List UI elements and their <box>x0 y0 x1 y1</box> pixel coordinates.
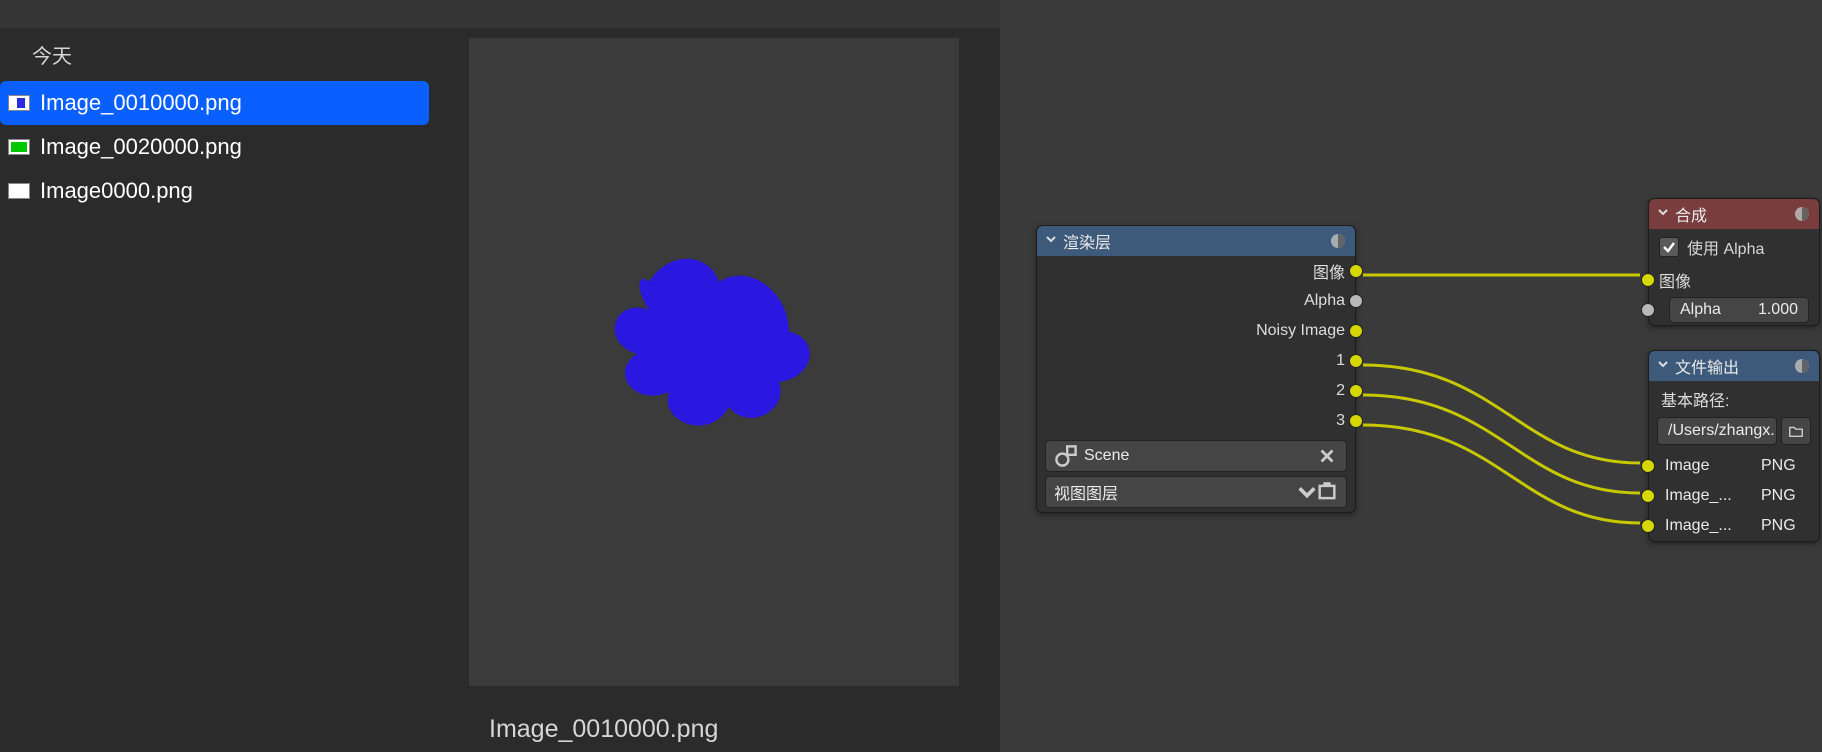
input-socket-image[interactable]: 图像 <box>1649 265 1819 295</box>
alpha-label: Alpha <box>1680 301 1721 319</box>
socket-dot-icon[interactable] <box>1349 354 1363 368</box>
chevron-down-icon <box>1657 205 1669 223</box>
file-name-label: Image_0020000.png <box>40 134 242 160</box>
file-panel-header <box>0 0 435 28</box>
node-header[interactable]: 合成 <box>1649 199 1819 229</box>
socket-dot-icon[interactable] <box>1641 303 1655 317</box>
input-socket-image-2[interactable]: Image_... PNG <box>1649 511 1819 541</box>
alpha-value: 1.000 <box>1758 301 1798 319</box>
socket-dot-icon[interactable] <box>1641 489 1655 503</box>
use-alpha-label: 使用 Alpha <box>1687 235 1764 259</box>
output-socket-2[interactable]: 2 <box>1037 376 1355 406</box>
alpha-value-field[interactable]: Alpha 1.000 <box>1669 297 1809 323</box>
close-icon[interactable] <box>1316 446 1338 466</box>
node-title: 合成 <box>1675 202 1793 226</box>
preview-image-content <box>579 242 839 442</box>
chevron-down-icon <box>1045 232 1057 250</box>
socket-dot-icon[interactable] <box>1349 294 1363 308</box>
base-path-text: /Users/zhangx... <box>1668 422 1777 440</box>
scene-icon <box>1054 446 1078 466</box>
socket-dot-icon[interactable] <box>1641 273 1655 287</box>
checkbox-icon[interactable] <box>1659 237 1679 257</box>
socket-dot-icon[interactable] <box>1641 519 1655 533</box>
output-socket-3[interactable]: 3 <box>1037 406 1355 436</box>
input-socket-image-1[interactable]: Image_... PNG <box>1649 481 1819 511</box>
base-path-field[interactable]: /Users/zhangx... <box>1657 417 1777 445</box>
material-preview-icon[interactable] <box>1793 205 1811 223</box>
file-item[interactable]: Image_0020000.png <box>0 125 435 169</box>
node-editor[interactable]: 渲染层 图像 Alpha Noisy Image 1 2 3 <box>1000 0 1822 752</box>
socket-dot-icon[interactable] <box>1349 324 1363 338</box>
viewlayer-select[interactable]: 视图图层 <box>1045 476 1347 508</box>
output-socket-image[interactable]: 图像 <box>1037 256 1355 286</box>
node-composite[interactable]: 合成 使用 Alpha 图像 Alpha 1.000 <box>1648 198 1820 326</box>
file-thumbnail-icon <box>8 95 30 111</box>
node-render-layers[interactable]: 渲染层 图像 Alpha Noisy Image 1 2 3 <box>1036 225 1356 513</box>
file-browser-panel: 今天 Image_0010000.png Image_0020000.png I… <box>0 0 435 752</box>
folder-browse-button[interactable] <box>1781 417 1811 445</box>
file-item[interactable]: Image0000.png <box>0 169 435 213</box>
base-path-label: 基本路径: <box>1649 381 1819 413</box>
preview-filename-label: Image_0010000.png <box>489 715 718 744</box>
file-name-label: Image_0010000.png <box>40 90 242 116</box>
preview-panel: Image_0010000.png <box>435 0 1000 752</box>
socket-dot-icon[interactable] <box>1349 414 1363 428</box>
file-name-label: Image0000.png <box>40 178 193 204</box>
input-image-label: 图像 <box>1659 268 1691 292</box>
file-thumbnail-icon <box>8 183 30 199</box>
socket-dot-icon[interactable] <box>1641 459 1655 473</box>
material-preview-icon[interactable] <box>1329 232 1347 250</box>
output-socket-1[interactable]: 1 <box>1037 346 1355 376</box>
input-socket-image-0[interactable]: Image PNG <box>1649 451 1819 481</box>
render-icon[interactable] <box>1316 482 1338 502</box>
node-header[interactable]: 渲染层 <box>1037 226 1355 256</box>
node-title: 渲染层 <box>1063 229 1329 253</box>
use-alpha-checkbox-row[interactable]: 使用 Alpha <box>1649 229 1819 265</box>
socket-dot-icon[interactable] <box>1349 264 1363 278</box>
scene-field-text: Scene <box>1084 447 1316 465</box>
section-label-today: 今天 <box>0 28 435 81</box>
node-file-output[interactable]: 文件输出 基本路径: /Users/zhangx... Image PNG Im… <box>1648 350 1820 542</box>
output-socket-alpha[interactable]: Alpha <box>1037 286 1355 316</box>
preview-image-area <box>469 38 959 686</box>
file-item[interactable]: Image_0010000.png <box>0 81 429 125</box>
file-thumbnail-icon <box>8 139 30 155</box>
preview-header <box>435 0 1000 28</box>
viewlayer-field-text: 视图图层 <box>1054 480 1296 504</box>
node-title: 文件输出 <box>1675 354 1793 378</box>
output-socket-noisy[interactable]: Noisy Image <box>1037 316 1355 346</box>
material-preview-icon[interactable] <box>1793 357 1811 375</box>
node-header[interactable]: 文件输出 <box>1649 351 1819 381</box>
chevron-down-icon <box>1657 357 1669 375</box>
scene-select[interactable]: Scene <box>1045 440 1347 472</box>
input-socket-alpha[interactable]: Alpha 1.000 <box>1649 295 1819 325</box>
socket-dot-icon[interactable] <box>1349 384 1363 398</box>
folder-icon <box>1788 423 1804 439</box>
chevron-down-icon[interactable] <box>1296 482 1318 502</box>
